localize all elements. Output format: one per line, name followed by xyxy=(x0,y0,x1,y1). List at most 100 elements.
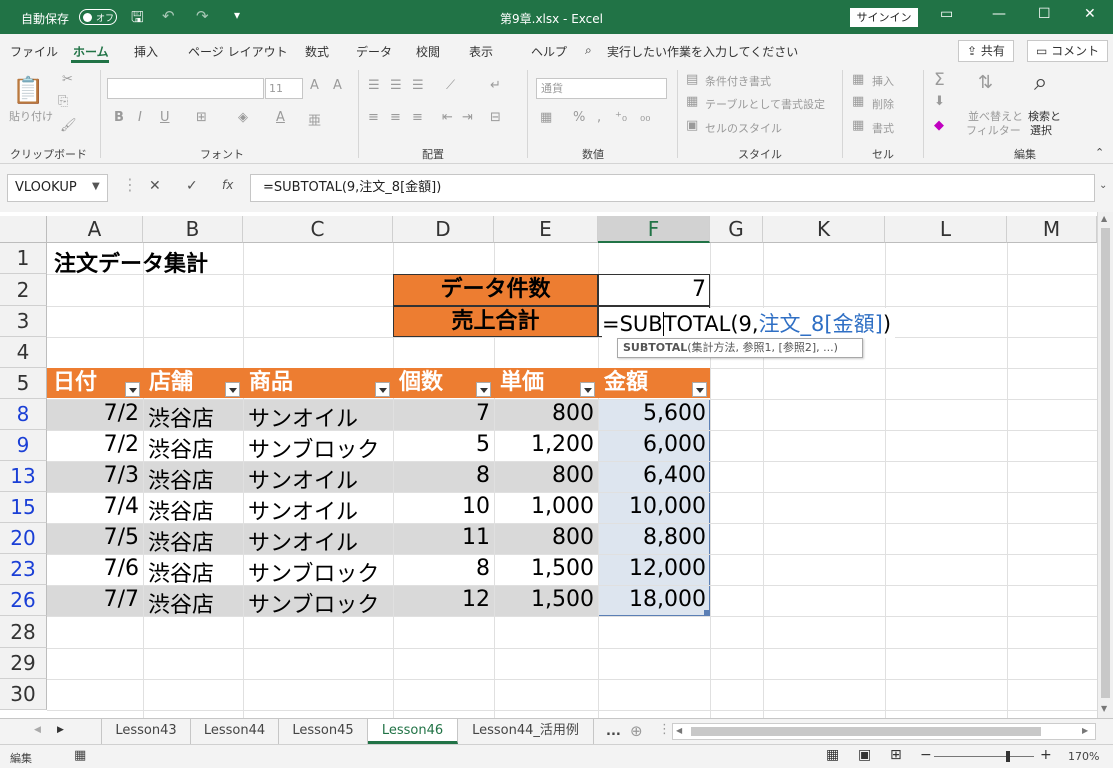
cell-product[interactable]: サンオイル xyxy=(248,401,358,433)
orientation-icon[interactable]: ⟋ xyxy=(446,78,455,93)
share-button[interactable]: ⇪ 共有 xyxy=(958,40,1014,62)
name-box-dropdown-icon[interactable]: ▼ xyxy=(92,181,100,192)
zoom-out-icon[interactable]: − xyxy=(920,747,932,763)
decrease-font-icon[interactable]: A xyxy=(333,78,342,93)
cell-price[interactable]: 800 xyxy=(494,463,594,488)
underline-icon[interactable]: U xyxy=(160,110,170,125)
filter-dropdown-icon[interactable] xyxy=(476,382,491,397)
format-as-table-button[interactable]: テーブルとして書式設定 xyxy=(705,96,825,112)
row-header[interactable]: 4 xyxy=(0,337,47,368)
sheet-tab[interactable]: Lesson43 xyxy=(101,719,191,744)
filter-dropdown-icon[interactable] xyxy=(375,382,390,397)
insert-function-icon[interactable]: fx xyxy=(222,178,233,192)
delete-cells-icon[interactable]: ▦ xyxy=(852,94,864,109)
font-color-icon[interactable]: A xyxy=(276,110,285,125)
filter-dropdown-icon[interactable] xyxy=(580,382,595,397)
increase-indent-icon[interactable]: ⇥ xyxy=(462,110,473,125)
cell-date[interactable]: 7/4 xyxy=(47,494,139,519)
filter-applied-icon[interactable] xyxy=(225,382,240,397)
sort-filter-icon[interactable]: ⇅ xyxy=(978,72,993,93)
redo-icon[interactable]: ↷ xyxy=(196,7,209,25)
page-layout-view-icon[interactable]: ▣ xyxy=(858,747,871,763)
column-header-c[interactable]: C xyxy=(243,216,393,243)
sum-label-cell[interactable]: 売上合計 xyxy=(393,306,598,337)
borders-icon[interactable]: ⊞ xyxy=(196,110,207,125)
select-all-corner[interactable] xyxy=(0,216,47,243)
tell-me-input[interactable]: 実行したい作業を入力してください xyxy=(607,43,798,60)
cell-amount[interactable]: 5,600 xyxy=(598,401,706,426)
format-cells-button[interactable]: 書式 xyxy=(872,120,894,136)
cell-product[interactable]: サンオイル xyxy=(248,463,358,495)
sheet-tab[interactable]: Lesson44 xyxy=(191,719,279,744)
scroll-up-icon[interactable]: ▲ xyxy=(1101,214,1107,223)
column-header-f[interactable]: F xyxy=(598,216,710,243)
sheet-tab[interactable]: Lesson45 xyxy=(279,719,368,744)
cell-date[interactable]: 7/2 xyxy=(47,432,139,457)
tab-splitter-icon[interactable]: ⋮ xyxy=(658,722,671,737)
tab-review[interactable]: 校閲 xyxy=(416,43,440,60)
align-left-icon[interactable]: ≡ xyxy=(368,110,379,125)
signin-button[interactable]: サインイン xyxy=(850,8,918,27)
phonetic-icon[interactable]: 亜 xyxy=(308,110,321,129)
normal-view-icon[interactable]: ▦ xyxy=(826,747,839,763)
align-right-icon[interactable]: ≡ xyxy=(412,110,423,125)
format-painter-icon[interactable]: 🖌 xyxy=(60,118,77,133)
cell-price[interactable]: 800 xyxy=(494,401,594,426)
cell-store[interactable]: 渋谷店 xyxy=(148,463,214,495)
increase-font-icon[interactable]: A xyxy=(310,78,319,93)
cell-qty[interactable]: 11 xyxy=(393,525,490,550)
conditional-format-button[interactable]: 条件付き書式 xyxy=(705,73,771,89)
sheet-tab[interactable]: Lesson44_活用例 xyxy=(458,719,594,744)
cell-date[interactable]: 7/6 xyxy=(47,556,139,581)
more-tabs-icon[interactable]: ... xyxy=(606,724,621,739)
cell-price[interactable]: 1,200 xyxy=(494,432,594,457)
align-center-icon[interactable]: ≡ xyxy=(390,110,401,125)
collapse-ribbon-icon[interactable]: ⌃ xyxy=(1095,146,1104,159)
cell-price[interactable]: 1,000 xyxy=(494,494,594,519)
bold-icon[interactable]: B xyxy=(114,110,124,125)
cell-amount[interactable]: 18,000 xyxy=(598,587,706,612)
tab-home[interactable]: ホーム xyxy=(73,43,109,60)
tab-data[interactable]: データ xyxy=(356,43,392,60)
cell-store[interactable]: 渋谷店 xyxy=(148,432,214,464)
tab-insert[interactable]: 挿入 xyxy=(134,43,158,60)
maximize-icon[interactable]: ☐ xyxy=(1038,6,1051,22)
new-sheet-icon[interactable]: ⊕ xyxy=(630,722,643,740)
find-icon[interactable]: ⌕ xyxy=(1034,68,1047,96)
comment-button[interactable]: ▭ コメント xyxy=(1027,40,1109,62)
tab-help[interactable]: ヘルプ xyxy=(531,43,567,60)
row-header[interactable]: 3 xyxy=(0,306,47,337)
paste-label[interactable]: 貼り付け xyxy=(9,108,53,124)
column-header-e[interactable]: E xyxy=(494,216,598,243)
column-header-d[interactable]: D xyxy=(393,216,494,243)
row-header[interactable]: 8 xyxy=(0,399,47,430)
cell-amount[interactable]: 8,800 xyxy=(598,525,706,550)
fill-color-icon[interactable]: ◈ xyxy=(238,110,248,125)
decrease-indent-icon[interactable]: ⇤ xyxy=(442,110,453,125)
insert-cells-button[interactable]: 挿入 xyxy=(872,73,894,89)
editing-formula[interactable]: =SUBTOTAL(9,注文_8[金額]) xyxy=(602,308,896,338)
formula-input[interactable]: =SUBTOTAL(9,注文_8[金額]) xyxy=(250,174,1095,202)
cell-product[interactable]: サンブロック xyxy=(248,432,379,464)
row-header[interactable]: 2 xyxy=(0,274,47,306)
align-bottom-icon[interactable]: ☰ xyxy=(412,78,424,93)
tab-formulas[interactable]: 数式 xyxy=(305,43,329,60)
column-header-m[interactable]: M xyxy=(1007,216,1097,243)
row-header[interactable]: 13 xyxy=(0,461,47,492)
cell-product[interactable]: サンブロック xyxy=(248,587,379,619)
macro-record-icon[interactable]: ▦ xyxy=(74,748,86,763)
cell-styles-button[interactable]: セルのスタイル xyxy=(705,120,782,136)
page-break-view-icon[interactable]: ⊞ xyxy=(890,747,902,763)
cell-qty[interactable]: 8 xyxy=(393,463,490,488)
cell-price[interactable]: 1,500 xyxy=(494,556,594,581)
row-header[interactable]: 28 xyxy=(0,616,47,648)
column-header-g[interactable]: G xyxy=(710,216,763,243)
cell-product[interactable]: サンオイル xyxy=(248,494,358,526)
cell-styles-icon[interactable]: ▣ xyxy=(686,118,698,133)
cell-date[interactable]: 7/2 xyxy=(47,401,139,426)
cell-price[interactable]: 1,500 xyxy=(494,587,594,612)
row-header[interactable]: 23 xyxy=(0,554,47,585)
zoom-slider-thumb[interactable] xyxy=(1006,751,1010,762)
cancel-icon[interactable]: ✕ xyxy=(149,178,161,194)
italic-icon[interactable]: I xyxy=(138,110,142,125)
